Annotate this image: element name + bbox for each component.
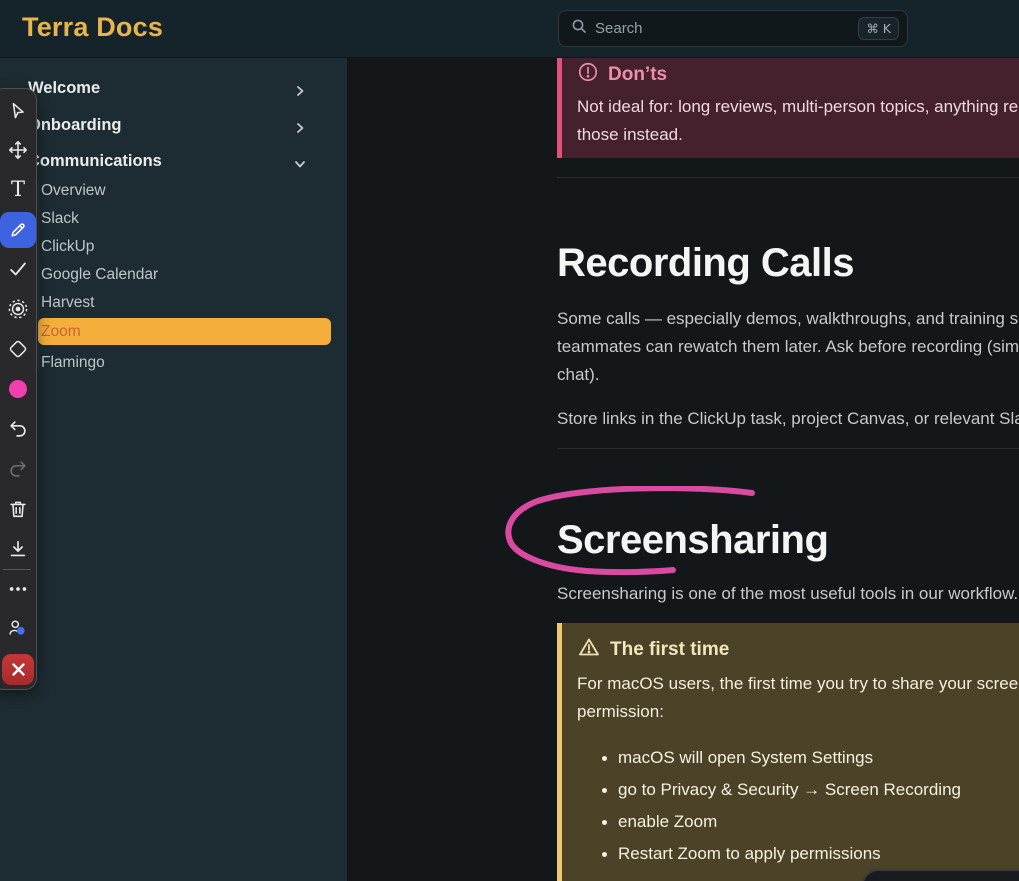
warning-triangle-icon	[577, 635, 601, 665]
paragraph-line: Screensharing is one of the most useful …	[557, 580, 1018, 608]
close-annotation-button[interactable]	[2, 654, 34, 685]
chevron-right-icon	[294, 120, 306, 139]
participants-icon[interactable]	[7, 617, 29, 639]
text-tool-icon[interactable]: T	[7, 178, 29, 200]
sidebar: Welcome Onboarding Communications Overvi…	[0, 58, 347, 881]
bullet-dot	[602, 852, 607, 857]
recording-paragraph-1: Some calls — especially demos, walkthrou…	[557, 305, 1019, 389]
sidebar-item-welcome[interactable]: Welcome	[28, 79, 328, 101]
trash-icon[interactable]	[7, 498, 29, 520]
heading-recording-calls: Recording Calls	[557, 241, 854, 286]
callout-first-time-title-row: The first time	[577, 637, 1019, 663]
list-item: macOS will open System Settings	[602, 742, 1019, 774]
callout-warn-line-2: permission:	[577, 698, 1019, 726]
alert-circle-icon	[577, 61, 599, 89]
callout-warn-line-1: For macOS users, the first time you try …	[577, 670, 1019, 698]
eraser-tool-icon[interactable]	[7, 338, 29, 360]
sidebar-item-communications[interactable]: Communications	[28, 152, 328, 174]
checkmark-tool-icon[interactable]	[7, 258, 29, 280]
search-icon	[571, 18, 587, 39]
sidebar-item-label: Welcome	[28, 79, 100, 97]
redo-icon[interactable]	[7, 458, 29, 480]
warning-bullet-list: macOS will open System Settings go to Pr…	[602, 742, 1019, 870]
sidebar-item-zoom-highlighted[interactable]: Zoom	[38, 318, 331, 345]
sidebar-item-label: Communications	[28, 152, 162, 170]
sidebar-item-flamingo[interactable]: Flamingo	[41, 349, 331, 377]
sidebar-item-label: Zoom	[41, 318, 81, 345]
spotlight-tool-icon[interactable]	[7, 298, 29, 320]
sidebar-item-google-calendar[interactable]: Google Calendar	[41, 261, 331, 289]
top-header: Terra Docs ⌘ K	[0, 0, 1019, 58]
app-window: Don’ts Not ideal for: long reviews, mult…	[0, 0, 1019, 881]
screensharing-subtext: Screensharing is one of the most useful …	[557, 580, 1018, 608]
sidebar-item-slack[interactable]: Slack	[41, 205, 331, 233]
chevron-down-icon	[294, 156, 306, 175]
paragraph-line: Store links in the ClickUp task, project…	[557, 405, 1019, 433]
sidebar-item-overview[interactable]: Overview	[41, 177, 331, 205]
section-divider	[557, 448, 1019, 449]
recording-paragraph-2: Store links in the ClickUp task, project…	[557, 405, 1019, 433]
bullet-dot	[602, 756, 607, 761]
save-download-icon[interactable]	[7, 538, 29, 560]
section-divider	[557, 177, 1019, 178]
sidebar-item-clickup[interactable]: ClickUp	[41, 233, 331, 261]
list-item: enable Zoom	[602, 806, 1019, 838]
callout-donts-title: Don’ts	[608, 64, 667, 86]
search-box[interactable]: ⌘ K	[558, 10, 908, 47]
undo-icon[interactable]	[7, 418, 29, 440]
callout-donts: Don’ts Not ideal for: long reviews, mult…	[557, 58, 1019, 158]
chevron-right-icon	[294, 83, 306, 102]
callout-first-time: The first time For macOS users, the firs…	[557, 623, 1019, 881]
heading-screensharing: Screensharing	[557, 518, 828, 563]
callout-donts-title-row: Don’ts	[577, 62, 1019, 88]
paragraph-line: Some calls — especially demos, walkthrou…	[557, 305, 1019, 333]
pencil-tool-icon-selected[interactable]	[0, 212, 36, 248]
list-item: Restart Zoom to apply permissions	[602, 838, 1019, 870]
cursor-tool-icon[interactable]	[7, 100, 29, 122]
callout-donts-line-2: those instead.	[577, 121, 1019, 149]
search-input[interactable]	[595, 20, 858, 37]
bullet-dot	[602, 788, 607, 793]
toolbar-divider	[3, 569, 31, 570]
annotation-toolbar: T	[0, 88, 37, 690]
move-tool-icon[interactable]	[7, 139, 29, 161]
brand-title: Terra Docs	[22, 12, 163, 43]
paragraph-line: chat).	[557, 361, 1019, 389]
floating-corner-panel[interactable]	[861, 869, 1019, 881]
bullet-dot	[602, 820, 607, 825]
paragraph-line: teammates can rewatch them later. Ask be…	[557, 333, 1019, 361]
more-options-icon[interactable]	[7, 578, 29, 600]
callout-donts-line-1: Not ideal for: long reviews, multi-perso…	[577, 93, 1019, 121]
sidebar-item-label: Onboarding	[28, 116, 122, 134]
sidebar-item-onboarding[interactable]: Onboarding	[28, 116, 328, 138]
list-item: go to Privacy & Security → Screen Record…	[602, 774, 1019, 806]
sidebar-item-harvest[interactable]: Harvest	[41, 289, 331, 317]
callout-first-time-title: The first time	[610, 639, 729, 661]
color-swatch-pink-icon[interactable]	[7, 378, 29, 400]
search-shortcut-badge: ⌘ K	[858, 17, 899, 40]
